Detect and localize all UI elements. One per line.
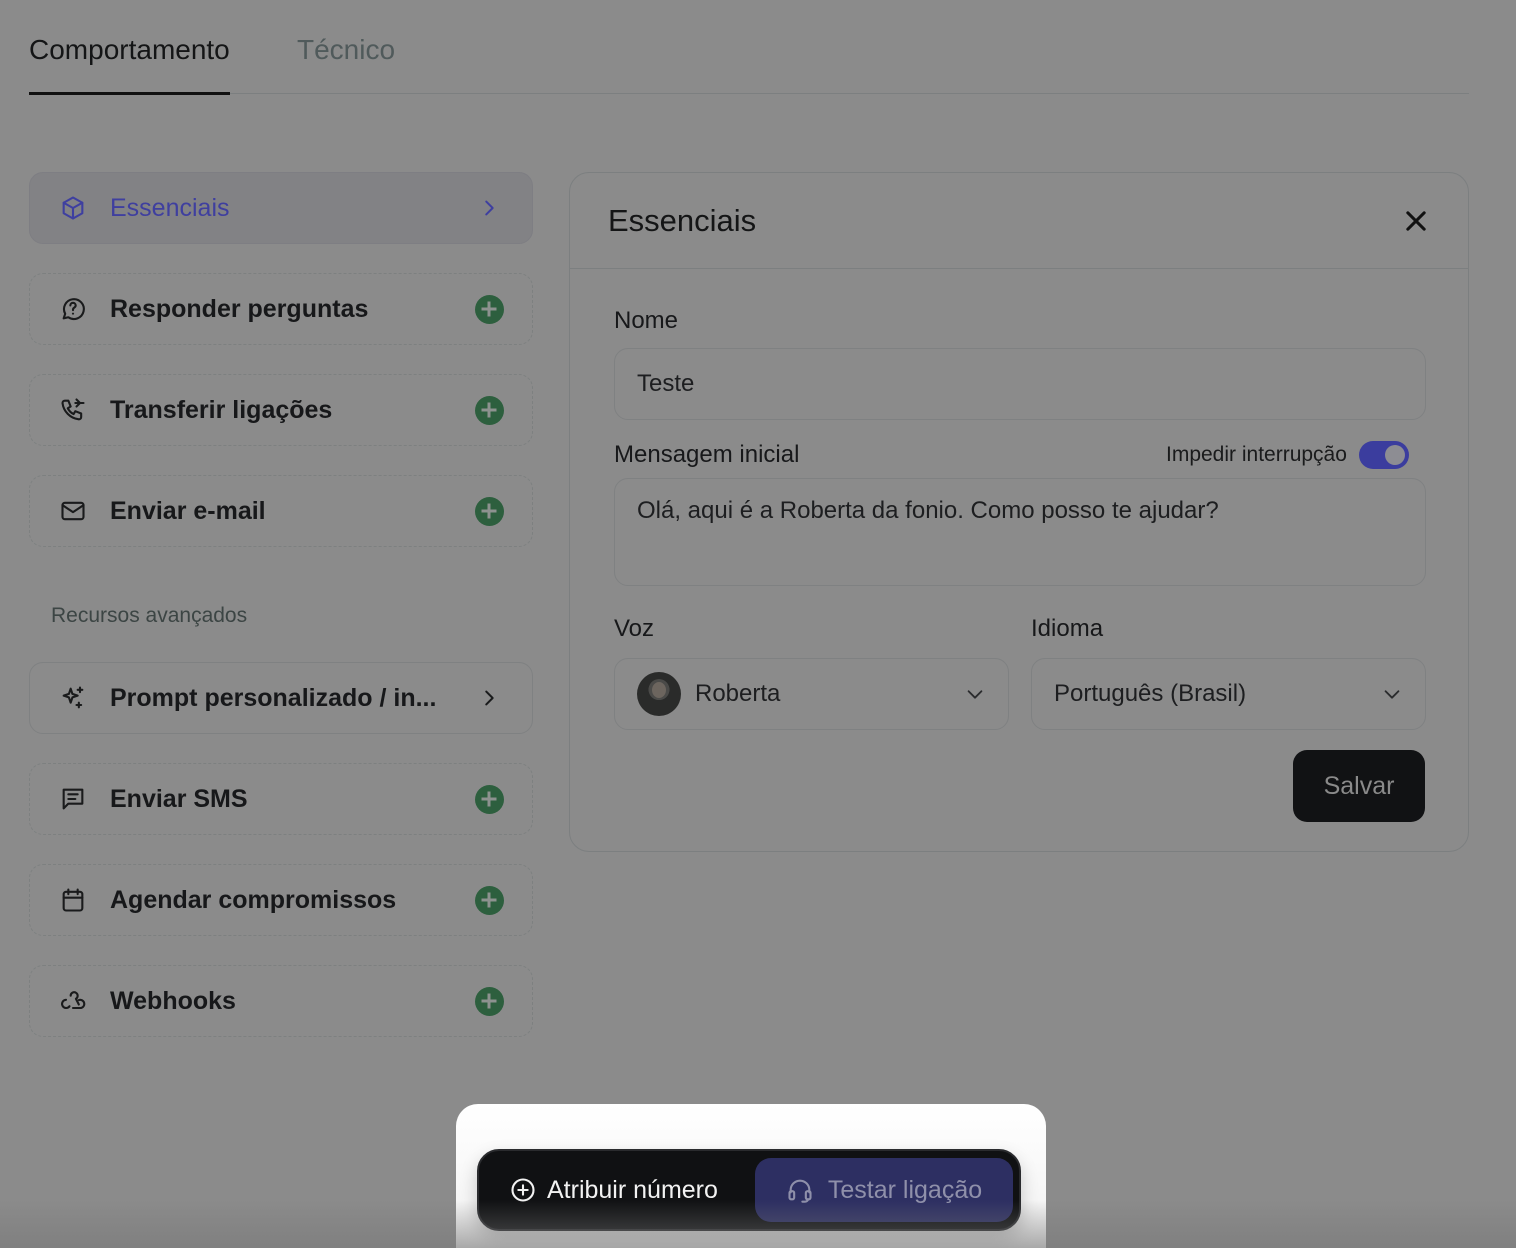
message-icon	[58, 784, 88, 814]
panel-title: Essenciais	[608, 202, 757, 238]
add-button[interactable]	[474, 496, 504, 526]
plus-circle-icon	[474, 395, 504, 425]
save-button[interactable]: Salvar	[1293, 750, 1425, 822]
chevron-down-icon	[964, 683, 986, 705]
add-button[interactable]	[474, 395, 504, 425]
headset-icon	[788, 1179, 812, 1203]
webhook-icon	[58, 986, 88, 1016]
essentials-panel: Essenciais Nome Teste Mensagem inicial I…	[569, 172, 1469, 852]
bottom-action-card: Atribuir número Testar ligação	[456, 1104, 1046, 1248]
test-call-label: Testar ligação	[827, 1175, 983, 1204]
sidebar-item-transferir-ligacoes[interactable]: Transferir ligações	[29, 374, 533, 446]
sidebar-item-label: Enviar SMS	[110, 784, 248, 813]
plus-circle-icon	[474, 986, 504, 1016]
chevron-right-icon	[474, 683, 504, 713]
interrupt-toggle-group: Impedir interrupção	[1166, 441, 1409, 469]
phone-forward-icon	[58, 395, 88, 425]
test-call-button[interactable]: Testar ligação	[755, 1158, 1013, 1222]
language-value: Português (Brasil)	[1054, 680, 1247, 707]
tab-tecnico[interactable]: Técnico	[297, 32, 395, 68]
mail-icon	[58, 496, 88, 526]
plus-circle-icon	[474, 294, 504, 324]
cube-icon	[58, 193, 88, 223]
avatar	[637, 672, 681, 716]
chevron-right-icon	[474, 193, 504, 223]
voice-value: Roberta	[695, 680, 781, 707]
chat-question-icon	[58, 294, 88, 324]
add-button[interactable]	[474, 294, 504, 324]
sidebar-item-prompt-personalizado[interactable]: Prompt personalizado / in...	[29, 662, 533, 734]
plus-circle-icon	[474, 885, 504, 915]
section-label-advanced: Recursos avançados	[51, 604, 248, 627]
sidebar-item-label: Responder perguntas	[110, 294, 369, 323]
add-button[interactable]	[474, 885, 504, 915]
close-button[interactable]	[1402, 207, 1430, 235]
sidebar-item-label: Prompt personalizado / in...	[110, 683, 437, 712]
add-button[interactable]	[474, 986, 504, 1016]
plus-circle-icon	[474, 496, 504, 526]
assign-number-label: Atribuir número	[547, 1175, 718, 1204]
tab-bar: Comportamento Técnico	[29, 0, 1469, 95]
initial-message-field[interactable]: Olá, aqui é a Roberta da fonio. Como pos…	[614, 478, 1426, 586]
sidebar-item-label: Webhooks	[110, 986, 236, 1015]
sidebar-item-enviar-email[interactable]: Enviar e-mail	[29, 475, 533, 547]
sidebar-item-agendar-compromissos[interactable]: Agendar compromissos	[29, 864, 533, 936]
sparkles-icon	[58, 683, 88, 713]
sidebar-item-responder-perguntas[interactable]: Responder perguntas	[29, 273, 533, 345]
plus-circle-icon	[474, 784, 504, 814]
toggle-knob	[1384, 445, 1405, 465]
calendar-icon	[58, 885, 88, 915]
name-label: Nome	[614, 307, 679, 334]
close-icon	[1406, 210, 1426, 231]
name-field[interactable]: Teste	[614, 348, 1426, 420]
sidebar-item-webhooks[interactable]: Webhooks	[29, 965, 533, 1037]
language-label: Idioma	[1031, 615, 1104, 642]
tab-comportamento[interactable]: Comportamento	[29, 32, 230, 95]
chevron-down-icon	[1381, 683, 1403, 705]
sidebar-item-label: Transferir ligações	[110, 395, 333, 424]
language-select[interactable]: Português (Brasil)	[1031, 658, 1426, 730]
voice-label: Voz	[614, 615, 655, 642]
sidebar-item-essenciais[interactable]: Essenciais	[29, 172, 533, 244]
voice-select[interactable]: Roberta	[614, 658, 1009, 730]
sidebar-item-label: Enviar e-mail	[110, 496, 266, 525]
add-button[interactable]	[474, 784, 504, 814]
sidebar-item-label: Agendar compromissos	[110, 885, 397, 914]
plus-circle-icon	[511, 1178, 535, 1202]
sidebar-item-label: Essenciais	[110, 193, 230, 222]
interrupt-toggle[interactable]	[1358, 441, 1409, 469]
sidebar-item-enviar-sms[interactable]: Enviar SMS	[29, 763, 533, 835]
assign-number-button[interactable]: Atribuir número	[509, 1176, 755, 1205]
message-label: Mensagem inicial	[614, 441, 800, 468]
panel-header: Essenciais	[570, 173, 1468, 269]
interrupt-label: Impedir interrupção	[1166, 443, 1347, 466]
action-bar: Atribuir número Testar ligação	[477, 1149, 1021, 1231]
